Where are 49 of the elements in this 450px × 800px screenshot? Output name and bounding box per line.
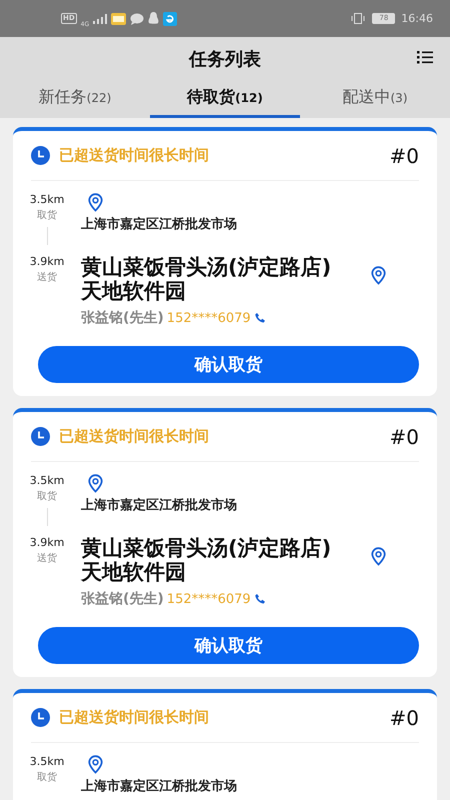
pickup-address: 上海市嘉定区江桥批发市场 bbox=[81, 778, 237, 795]
location-pin-icon[interactable] bbox=[371, 266, 386, 285]
delivery-address: 黄山菜饭骨头汤(泸定路店)天地软件园 bbox=[81, 536, 332, 584]
pickup-distance: 3.5km bbox=[30, 474, 64, 487]
clock-icon bbox=[31, 146, 50, 165]
customer-name: 张益铭(先生) bbox=[81, 590, 164, 608]
clock-icon bbox=[31, 427, 50, 446]
location-pin-icon[interactable] bbox=[88, 474, 103, 493]
signal-icon bbox=[93, 14, 108, 24]
folder-icon bbox=[111, 12, 126, 25]
location-pin-icon[interactable] bbox=[371, 547, 386, 566]
confirm-pickup-button[interactable]: 确认取货 bbox=[38, 627, 419, 664]
tab[interactable]: 配送中(3) bbox=[300, 80, 450, 118]
chat-bubble-icon bbox=[130, 12, 144, 24]
browser-icon bbox=[163, 12, 178, 26]
delivery-label: 送货 bbox=[37, 271, 57, 284]
clock-time: 16:46 bbox=[401, 12, 433, 25]
clock-icon bbox=[31, 708, 50, 727]
penguin-icon bbox=[148, 12, 160, 25]
phone-number: 152****6079 bbox=[166, 592, 251, 606]
pickup-label: 取货 bbox=[37, 490, 57, 503]
order-number: #0 bbox=[390, 706, 419, 730]
delivery-address: 黄山菜饭骨头汤(泸定路店)天地软件园 bbox=[81, 255, 332, 303]
overdue-status: 已超送货时间很长时间 bbox=[59, 427, 209, 446]
delivery-distance: 3.9km bbox=[30, 255, 64, 268]
confirm-pickup-button[interactable]: 确认取货 bbox=[38, 346, 419, 383]
delivery-distance: 3.9km bbox=[30, 536, 64, 549]
pickup-address: 上海市嘉定区江桥批发市场 bbox=[81, 496, 237, 514]
overdue-status: 已超送货时间很长时间 bbox=[59, 708, 209, 727]
pickup-label: 取货 bbox=[37, 771, 57, 784]
order-number: #0 bbox=[390, 144, 419, 168]
tab[interactable]: 待取货(12) bbox=[150, 80, 300, 118]
location-pin-icon[interactable] bbox=[88, 755, 103, 774]
pickup-distance: 3.5km bbox=[30, 193, 64, 206]
location-pin-icon[interactable] bbox=[88, 193, 103, 212]
phone-icon[interactable] bbox=[254, 593, 266, 605]
customer-name: 张益铭(先生) bbox=[81, 309, 164, 327]
overdue-status: 已超送货时间很长时间 bbox=[59, 146, 209, 165]
tab[interactable]: 新任务(22) bbox=[0, 80, 150, 118]
order-number: #0 bbox=[390, 424, 419, 448]
phone-icon[interactable] bbox=[254, 312, 266, 324]
vibrate-icon bbox=[350, 13, 366, 24]
page-title: 任务列表 bbox=[189, 48, 261, 70]
pickup-address: 上海市嘉定区江桥批发市场 bbox=[81, 216, 237, 233]
list-menu-icon[interactable] bbox=[417, 50, 433, 64]
pickup-label: 取货 bbox=[37, 209, 57, 222]
pickup-distance: 3.5km bbox=[30, 755, 64, 768]
delivery-label: 送货 bbox=[37, 552, 57, 565]
phone-number: 152****6079 bbox=[166, 310, 251, 326]
